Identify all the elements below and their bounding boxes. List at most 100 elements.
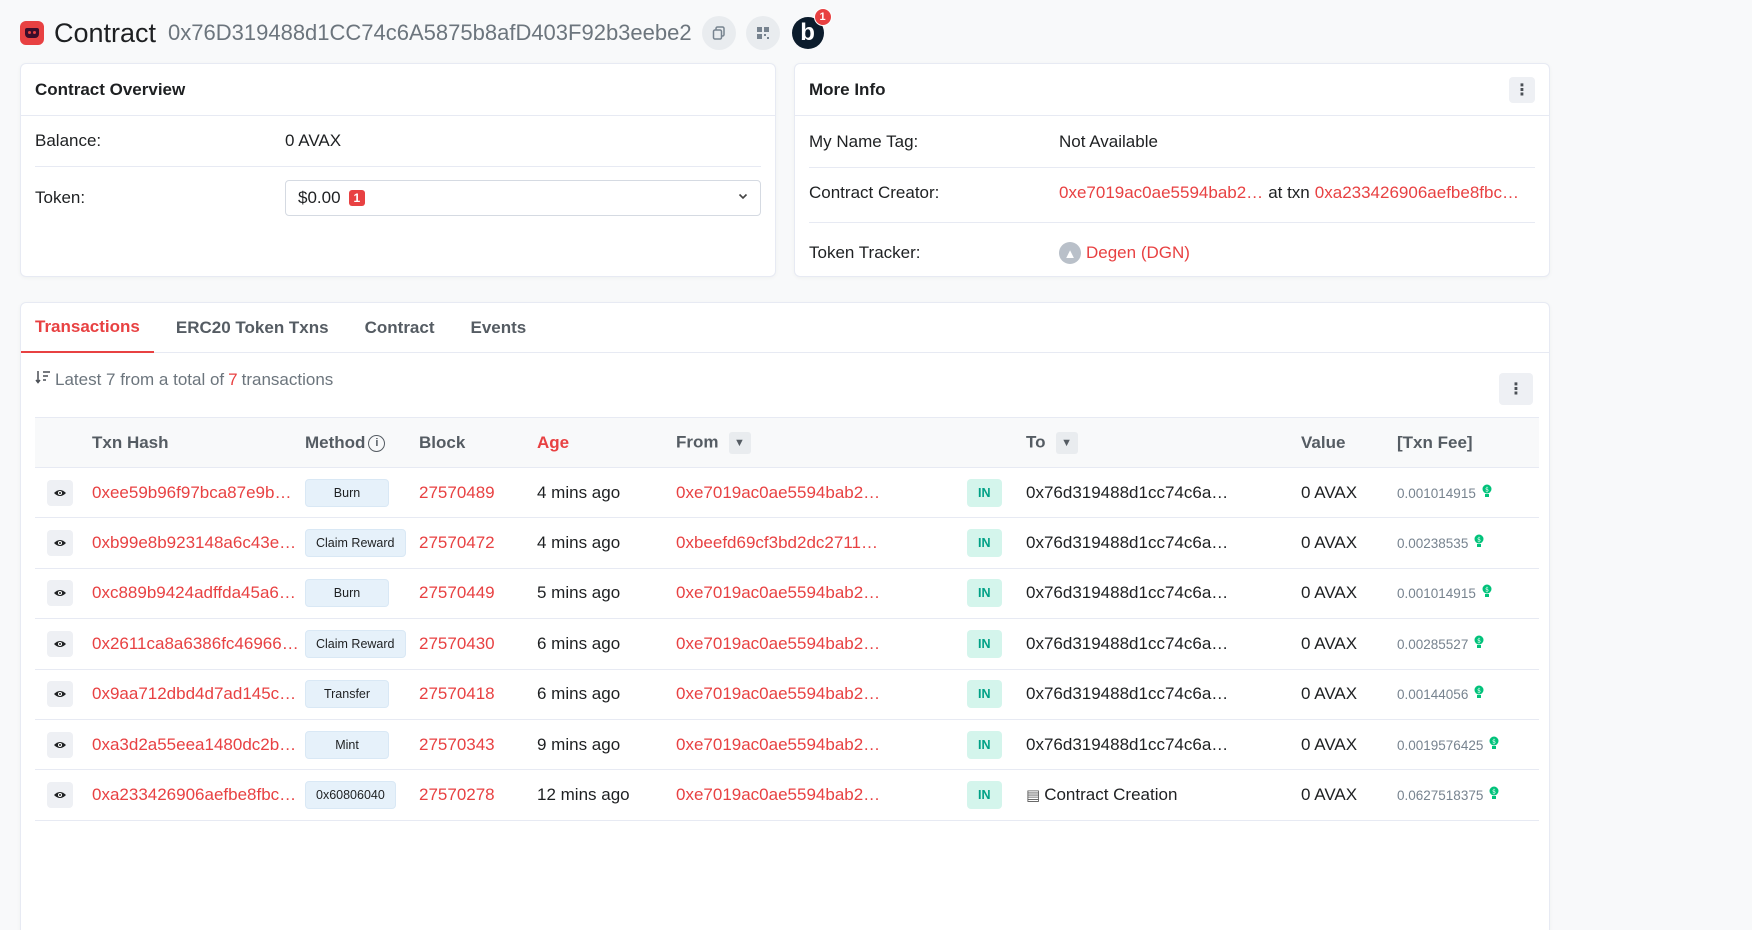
block-cell: 27570449 bbox=[419, 568, 537, 618]
gas-icon[interactable]: $ bbox=[1470, 534, 1484, 551]
transactions-summary: Latest 7 from a total of 7 transactions bbox=[35, 369, 333, 390]
direction-badge: IN bbox=[967, 579, 1002, 608]
from-address-link[interactable]: 0xe7019ac0ae5594bab2… bbox=[676, 483, 880, 502]
to-cell: 0x76d319488d1cc74c6a… bbox=[1026, 568, 1301, 618]
block-link[interactable]: 27570472 bbox=[419, 533, 495, 552]
from-address-link[interactable]: 0xe7019ac0ae5594bab2… bbox=[676, 634, 880, 653]
eye-icon[interactable] bbox=[47, 731, 73, 758]
txn-hash-link[interactable]: 0xa233426906aefbe8fbc… bbox=[92, 785, 296, 804]
direction-badge: IN bbox=[967, 629, 1002, 658]
header-txn-hash: Txn Hash bbox=[92, 432, 169, 452]
age-cell: 6 mins ago bbox=[537, 633, 621, 653]
block-link[interactable]: 27570430 bbox=[419, 634, 495, 653]
creator-address-link[interactable]: 0xe7019ac0ae5594bab2… bbox=[1059, 183, 1263, 203]
method-badge: Burn bbox=[305, 478, 389, 507]
txn-hash-cell: 0xa233426906aefbe8fbc… bbox=[92, 770, 305, 820]
from-cell: 0xe7019ac0ae5594bab2… bbox=[676, 619, 967, 669]
fee-value: 0.0019576425 bbox=[1397, 737, 1484, 753]
direction-badge: IN bbox=[967, 529, 1002, 558]
to-address[interactable]: 0x76d319488d1cc74c6a… bbox=[1026, 735, 1228, 754]
gas-icon[interactable]: $ bbox=[1470, 685, 1484, 702]
txn-hash-cell: 0xee59b96f97bca87e9b… bbox=[92, 468, 305, 518]
to-address[interactable]: 0x76d319488d1cc74c6a… bbox=[1026, 483, 1228, 502]
eye-icon[interactable] bbox=[47, 630, 73, 657]
tab-erc20-token-txns[interactable]: ERC20 Token Txns bbox=[162, 303, 343, 353]
gas-icon[interactable]: $ bbox=[1485, 736, 1499, 753]
block-link[interactable]: 27570489 bbox=[419, 483, 495, 502]
table-options-icon[interactable]: ⋮ bbox=[1499, 373, 1533, 405]
block-link[interactable]: 27570449 bbox=[419, 583, 495, 602]
contract-creator-label: Contract Creator: bbox=[809, 183, 940, 202]
eye-icon[interactable] bbox=[47, 681, 73, 708]
txn-hash-link[interactable]: 0x2611ca8a6386fc46966… bbox=[92, 634, 299, 653]
to-address[interactable]: 0x76d319488d1cc74c6a… bbox=[1026, 533, 1228, 552]
blockscan-badge-letter: b bbox=[800, 19, 815, 46]
table-row: 0x9aa712dbd4d7ad145c… Transfer 27570418 … bbox=[35, 669, 1539, 720]
eye-icon[interactable] bbox=[47, 530, 73, 557]
header-fee[interactable]: [Txn Fee] bbox=[1397, 418, 1539, 468]
gas-icon[interactable]: $ bbox=[1478, 484, 1492, 501]
from-address-link[interactable]: 0xe7019ac0ae5594bab2… bbox=[676, 785, 880, 804]
token-dropdown[interactable]: $0.00 1 bbox=[285, 180, 761, 216]
txn-hash-link[interactable]: 0xa3d2a55eea1480dc2b… bbox=[92, 735, 296, 754]
svg-text:$: $ bbox=[1477, 537, 1481, 544]
tab-transactions[interactable]: Transactions bbox=[21, 303, 154, 353]
method-cell: 0x60806040 bbox=[305, 770, 419, 820]
fee-value: 0.00144056 bbox=[1397, 687, 1469, 703]
filter-icon[interactable]: ▼ bbox=[728, 431, 751, 454]
to-cell: 0x76d319488d1cc74c6a… bbox=[1026, 518, 1301, 568]
from-address-link[interactable]: 0xbeefd69cf3bd2dc2711… bbox=[676, 533, 878, 552]
copy-icon[interactable] bbox=[701, 16, 736, 50]
eye-cell bbox=[35, 468, 92, 518]
block-link[interactable]: 27570343 bbox=[419, 735, 495, 754]
txn-hash-link[interactable]: 0x9aa712dbd4d7ad145c… bbox=[92, 684, 296, 703]
header-value: Value bbox=[1301, 432, 1346, 452]
qr-code-icon[interactable] bbox=[745, 16, 780, 50]
eye-icon[interactable] bbox=[47, 479, 73, 506]
contract-creator-row: Contract Creator: 0xe7019ac0ae5594bab2… … bbox=[809, 182, 1535, 204]
notification-count: 1 bbox=[813, 8, 832, 26]
direction-cell: IN bbox=[967, 669, 1026, 719]
creator-txn-link[interactable]: 0xa233426906aefbe8fbc… bbox=[1315, 183, 1519, 203]
txn-hash-link[interactable]: 0xee59b96f97bca87e9b… bbox=[92, 483, 291, 502]
eye-icon[interactable] bbox=[47, 782, 73, 809]
value-cell: 0 AVAX bbox=[1301, 533, 1358, 553]
txn-hash-link[interactable]: 0xc889b9424adffda45a6… bbox=[92, 583, 296, 602]
from-address-link[interactable]: 0xe7019ac0ae5594bab2… bbox=[676, 735, 880, 754]
gas-icon[interactable]: $ bbox=[1485, 786, 1499, 803]
info-icon[interactable]: i bbox=[368, 434, 386, 452]
method-badge: Burn bbox=[305, 579, 389, 608]
to-address[interactable]: 0x76d319488d1cc74c6a… bbox=[1026, 684, 1228, 703]
txn-hash-link[interactable]: 0xb99e8b923148a6c43e… bbox=[92, 533, 296, 552]
txn-hash-cell: 0x9aa712dbd4d7ad145c… bbox=[92, 669, 305, 719]
more-options-icon[interactable]: ⋮ bbox=[1509, 76, 1535, 103]
method-cell: Mint bbox=[305, 719, 419, 769]
to-cell: ▤ Contract Creation bbox=[1026, 770, 1301, 820]
divider bbox=[35, 166, 761, 167]
txn-hash-cell: 0xb99e8b923148a6c43e… bbox=[92, 518, 305, 568]
blockscan-badge-button[interactable]: b 1 bbox=[791, 8, 832, 49]
gas-icon[interactable]: $ bbox=[1478, 584, 1492, 601]
block-link[interactable]: 27570278 bbox=[419, 785, 495, 804]
svg-text:$: $ bbox=[1492, 789, 1496, 796]
tab-events[interactable]: Events bbox=[457, 303, 541, 353]
direction-cell: IN bbox=[967, 770, 1026, 820]
gas-icon[interactable]: $ bbox=[1470, 635, 1484, 652]
to-address[interactable]: 0x76d319488d1cc74c6a… bbox=[1026, 583, 1228, 602]
contract-overview-card: Contract Overview Balance: 0 AVAX Token:… bbox=[20, 63, 776, 277]
token-tracker-link[interactable]: Degen (DGN) bbox=[1086, 243, 1190, 263]
header-age[interactable]: Age bbox=[537, 418, 676, 468]
eye-icon[interactable] bbox=[47, 580, 73, 607]
tab-contract[interactable]: Contract bbox=[351, 303, 449, 353]
header-to-label: To bbox=[1026, 431, 1046, 451]
from-address-link[interactable]: 0xe7019ac0ae5594bab2… bbox=[676, 684, 880, 703]
block-link[interactable]: 27570418 bbox=[419, 684, 495, 703]
fee-cell: 0.001014915 $ bbox=[1397, 568, 1539, 618]
from-address-link[interactable]: 0xe7019ac0ae5594bab2… bbox=[676, 583, 880, 602]
direction-cell: IN bbox=[967, 468, 1026, 518]
to-address[interactable]: 0x76d319488d1cc74c6a… bbox=[1026, 634, 1228, 653]
header-to: To ▼ bbox=[1026, 418, 1301, 468]
filter-icon[interactable]: ▼ bbox=[1055, 431, 1078, 454]
contract-creation-icon: ▤ bbox=[1026, 787, 1041, 805]
to-cell: 0x76d319488d1cc74c6a… bbox=[1026, 719, 1301, 769]
